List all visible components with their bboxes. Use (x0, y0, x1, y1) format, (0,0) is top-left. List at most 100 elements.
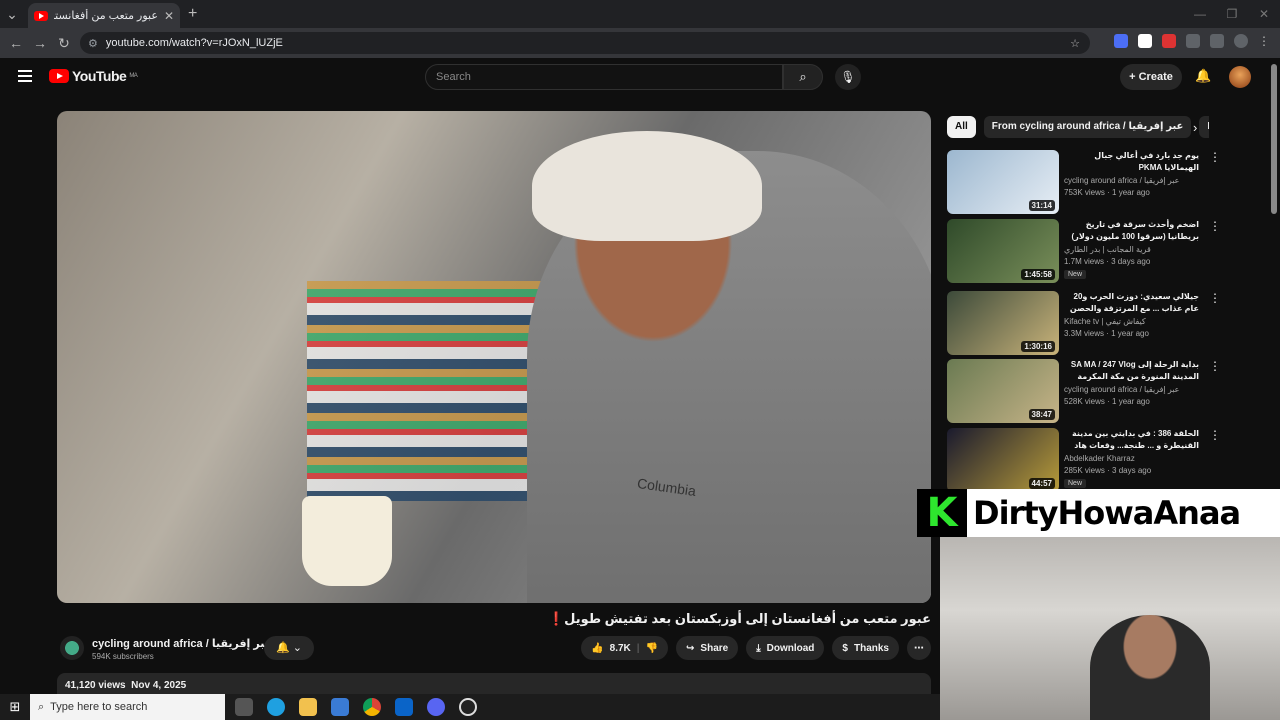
channel-name[interactable]: cycling around africa / عبر إفريقيا ✔ (92, 637, 285, 650)
create-label: Create (1138, 71, 1173, 83)
outlook-icon[interactable] (395, 698, 413, 716)
more-options-icon[interactable]: ⋮ (1209, 150, 1221, 164)
hamburger-menu-icon[interactable] (18, 70, 32, 82)
extension-icon[interactable] (1138, 34, 1152, 48)
minimize-icon[interactable]: — (1184, 0, 1216, 28)
create-button[interactable]: + Create (1120, 64, 1182, 90)
taskbar-search-input[interactable]: ⌕ Type here to search (30, 694, 225, 720)
close-window-icon[interactable]: ✕ (1248, 0, 1280, 28)
youtube-logo[interactable]: YouTube MA (49, 68, 138, 84)
video-actions: 👍 8.7K | 👎 ↪ Share ⤓ Download $ Thanks ⋯ (581, 636, 931, 660)
youtube-play-icon (49, 69, 69, 83)
windows-start-icon[interactable]: ⊞ (0, 699, 30, 715)
rec-meta: 528K views · 1 year ago (1064, 397, 1150, 406)
search-input[interactable]: Search (425, 64, 783, 90)
chip-all[interactable]: All (947, 116, 976, 138)
obs-icon[interactable] (459, 698, 477, 716)
rec-title[interactable]: اضخم وأحدث سرقة في تاريخ بريطانيا (سرقوا… (1064, 219, 1199, 243)
video-player[interactable]: Columbia (57, 111, 931, 603)
avatar[interactable] (1229, 66, 1251, 88)
list-item[interactable]: 38:47 بداية الرحلة إلى SA MA / 247 Vlog … (947, 359, 1247, 423)
site-info-icon[interactable]: ⚙ (88, 37, 98, 50)
restore-icon[interactable]: ❐ (1216, 0, 1248, 28)
browser-tab[interactable]: عبور متعب من أفغانستان إلى أوز ✕ (28, 3, 180, 28)
download-button[interactable]: ⤓ Download (746, 636, 825, 660)
video-thumbnail[interactable]: 1:30:16 (947, 291, 1059, 355)
chrome-icon[interactable] (363, 698, 381, 716)
browser-toolbar: ← → ↻ ⚙ youtube.com/watch?v=rJOxN_lUZjE … (0, 28, 1280, 58)
extension-red-icon[interactable] (1162, 34, 1176, 48)
thanks-icon: $ (842, 642, 848, 654)
list-item[interactable]: 1:30:16 جيلالي سعيدي: دوزت الحرب و20 عام… (947, 291, 1247, 355)
new-badge: New (1064, 270, 1087, 279)
puzzle-icon[interactable] (1186, 34, 1200, 48)
video-thumbnail[interactable]: 44:57 (947, 428, 1059, 492)
reload-icon[interactable]: ↻ (52, 35, 76, 52)
more-options-icon[interactable]: ⋮ (1209, 359, 1221, 373)
tab-search-icon[interactable]: ⌄ (0, 6, 24, 23)
close-icon[interactable]: ✕ (164, 9, 174, 23)
rec-title[interactable]: الحلقة 386 : في بدايتي بين مدينة القنيطر… (1064, 428, 1199, 452)
share-icon: ↪ (686, 642, 695, 654)
chevron-right-icon[interactable]: › (1193, 120, 1197, 135)
search-button[interactable]: ⌕ (783, 64, 823, 90)
rec-channel[interactable]: Kifache tv | كيفاش تيفي (1064, 317, 1146, 326)
new-tab-button[interactable]: + (188, 5, 197, 23)
duration-badge: 31:14 (1028, 200, 1055, 211)
like-button[interactable]: 👍 8.7K | 👎 (581, 636, 669, 660)
profile-icon[interactable] (1234, 34, 1248, 48)
rec-channel[interactable]: cycling around africa / عبر إفريقيا (1064, 176, 1179, 185)
youtube-header: YouTube MA Search ⌕ 🎙 + Create 🔔 (0, 58, 1280, 96)
menu-dots-icon[interactable]: ⋮ (1258, 34, 1272, 48)
taskbar-search-placeholder: Type here to search (50, 701, 148, 713)
video-thumbnail[interactable]: 38:47 (947, 359, 1059, 423)
rec-channel[interactable]: Abdelkader Kharraz (1064, 454, 1135, 463)
media-icon[interactable] (1210, 34, 1224, 48)
chip-from-channel[interactable]: From cycling around africa / عبر إفريقيا (983, 116, 1192, 138)
upload-date: Nov 4, 2025 (131, 680, 187, 691)
logo-text: YouTube (72, 68, 127, 84)
rec-channel[interactable]: قرية المجانب | بدر الطاري (1064, 245, 1151, 254)
thanks-button[interactable]: $ Thanks (832, 636, 899, 660)
translate-icon[interactable] (1114, 34, 1128, 48)
channel-avatar[interactable] (60, 636, 84, 660)
list-item[interactable]: 31:14 يوم جد بارد في أعالي جبال الهيمالا… (947, 150, 1247, 214)
more-actions-button[interactable]: ⋯ (907, 636, 931, 660)
video-thumbnail[interactable]: 1:45:58 (947, 219, 1059, 283)
more-options-icon[interactable]: ⋮ (1209, 291, 1221, 305)
subscription-bell-button[interactable]: 🔔 ⌄ (264, 636, 314, 660)
discord-icon[interactable] (427, 698, 445, 716)
notifications-bell-icon[interactable]: 🔔 (1195, 68, 1211, 84)
streamer-in-webcam (1090, 615, 1210, 720)
rec-title[interactable]: بداية الرحلة إلى SA MA / 247 Vlog المدين… (1064, 359, 1199, 383)
thumbs-down-icon[interactable]: 👎 (646, 643, 658, 654)
video-thumbnail[interactable]: 31:14 (947, 150, 1059, 214)
duration-badge: 1:30:16 (1021, 341, 1055, 352)
rec-channel[interactable]: cycling around africa / عبر إفريقيا (1064, 385, 1179, 394)
address-bar[interactable]: ⚙ youtube.com/watch?v=rJOxN_lUZjE ☆ (80, 32, 1090, 54)
forward-icon[interactable]: → (28, 35, 52, 51)
browser-tab-bar: ⌄ عبور متعب من أفغانستان إلى أوز ✕ + — ❐… (0, 0, 1280, 28)
rec-title[interactable]: جيلالي سعيدي: دوزت الحرب و20 عام عذاب ..… (1064, 291, 1199, 315)
task-view-icon[interactable] (235, 698, 253, 716)
cap (532, 131, 762, 241)
share-button[interactable]: ↪ Share (676, 636, 739, 660)
bookmark-star-icon[interactable]: ☆ (1070, 37, 1080, 50)
rec-title[interactable]: يوم جد بارد في أعالي جبال الهيمالايا PKM… (1064, 150, 1199, 174)
voice-search-icon[interactable]: 🎙 (835, 64, 861, 90)
store-icon[interactable] (331, 698, 349, 716)
list-item[interactable]: 44:57 الحلقة 386 : في بدايتي بين مدينة ا… (947, 428, 1247, 492)
list-item[interactable]: 1:45:58 اضخم وأحدث سرقة في تاريخ بريطاني… (947, 219, 1247, 283)
back-icon[interactable]: ← (4, 35, 28, 51)
scrollbar[interactable] (1271, 64, 1277, 214)
file-explorer-icon[interactable] (299, 698, 317, 716)
download-label: Download (766, 642, 815, 654)
more-options-icon[interactable]: ⋮ (1209, 219, 1221, 233)
new-badge: New (1064, 479, 1087, 488)
streamer-name-overlay: K DirtyHowaAnaa (917, 489, 1280, 537)
tab-title: عبور متعب من أفغانستان إلى أوز (54, 10, 158, 22)
share-label: Share (700, 642, 729, 654)
edge-icon[interactable] (267, 698, 285, 716)
chip-related[interactable]: Relat (1199, 116, 1209, 138)
more-options-icon[interactable]: ⋮ (1209, 428, 1221, 442)
